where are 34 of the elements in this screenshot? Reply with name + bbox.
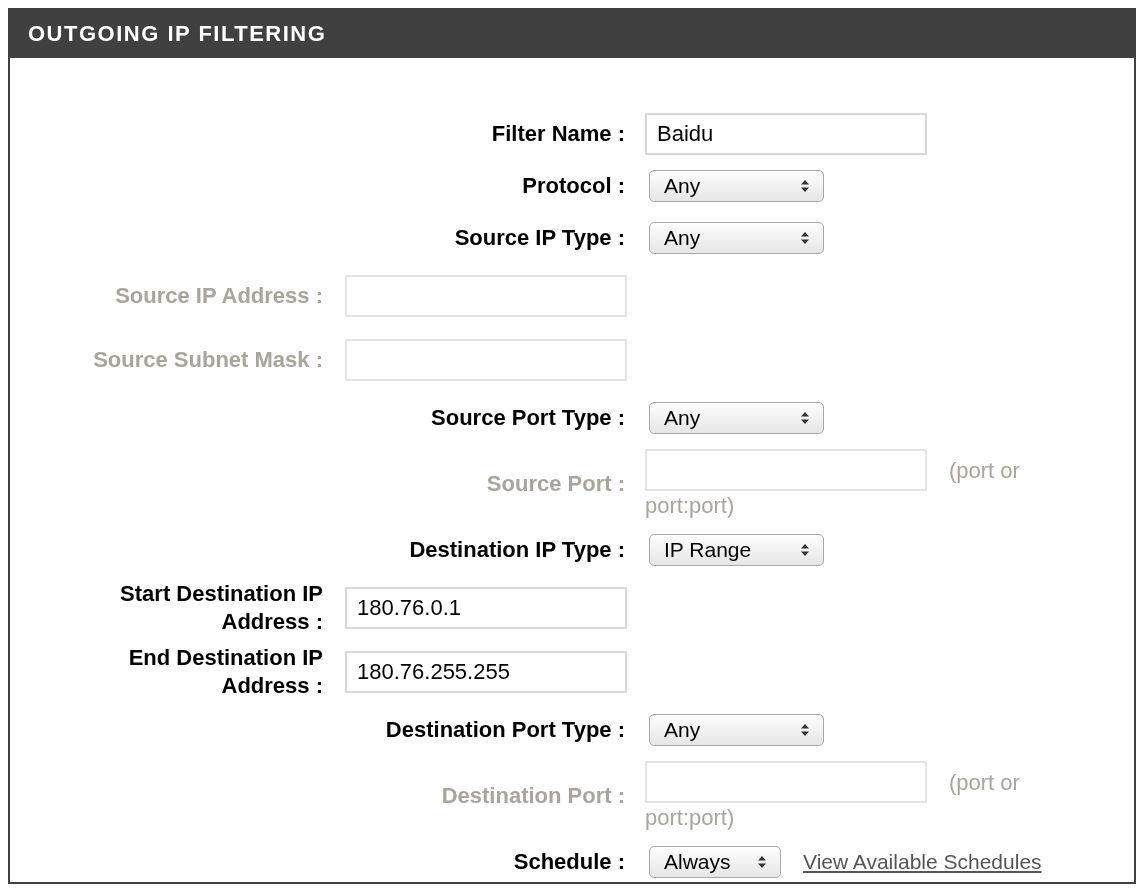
field-label: Schedule :: [512, 849, 625, 875]
section-title: OUTGOING IP FILTERING: [28, 21, 327, 47]
field-label: Source IP Address :: [114, 282, 323, 310]
field-label: Protocol :: [521, 173, 625, 199]
field-label: Source Port :: [485, 471, 625, 497]
dropdown[interactable]: Any: [649, 402, 824, 434]
dropdown[interactable]: Any: [649, 170, 824, 202]
field-label: Source Port Type :: [430, 405, 625, 431]
field-label: Source IP Type :: [453, 225, 625, 251]
up-down-arrows-icon: [758, 856, 766, 868]
field-label: Destination Port :: [440, 783, 625, 809]
up-down-arrows-icon: [801, 180, 809, 192]
field-label: Destination Port Type :: [384, 717, 625, 743]
schedules-link[interactable]: View Available Schedules: [803, 850, 1042, 873]
port-hint: port:port): [645, 804, 735, 832]
text-field[interactable]: Baidu: [645, 113, 927, 155]
port-hint: (port or: [949, 769, 1020, 797]
port-hint: port:port): [645, 492, 735, 520]
dropdown[interactable]: IP Range: [649, 534, 824, 566]
field-label: Start Destination IP Address :: [119, 580, 323, 636]
up-down-arrows-icon: [801, 232, 809, 244]
field-label: End Destination IP Address :: [127, 644, 323, 700]
port-hint: (port or: [949, 457, 1020, 485]
up-down-arrows-icon: [801, 412, 809, 424]
text-field[interactable]: 180.76.0.1: [345, 587, 627, 629]
field-label: Source Subnet Mask :: [92, 346, 323, 374]
up-down-arrows-icon: [801, 724, 809, 736]
field-label: Destination IP Type :: [408, 537, 625, 563]
dropdown[interactable]: Any: [649, 222, 824, 254]
text-field[interactable]: 180.76.255.255: [345, 651, 627, 693]
up-down-arrows-icon: [801, 544, 809, 556]
dropdown[interactable]: Any: [649, 714, 824, 746]
dropdown[interactable]: Always: [649, 846, 781, 878]
field-label: Filter Name :: [490, 121, 625, 147]
